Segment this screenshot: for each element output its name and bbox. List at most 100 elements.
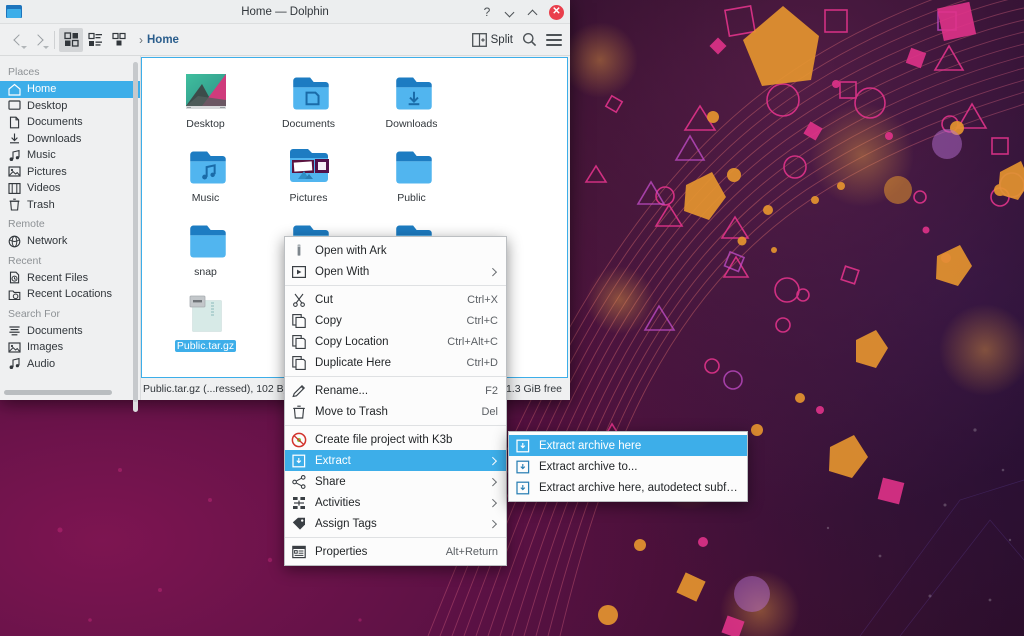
chevron-right-icon [488, 269, 498, 275]
sidebar-item-label: Audio [27, 358, 55, 370]
menu-item-shortcut: Ctrl+D [467, 357, 498, 369]
download-icon [8, 132, 21, 145]
menu-item-rename[interactable]: Rename...F2 [285, 380, 506, 401]
file-item[interactable]: Music [154, 142, 257, 214]
music-icon [8, 149, 21, 162]
search-icon[interactable] [522, 32, 537, 47]
menu-item-extract-archive-here-autodetect-subfolder[interactable]: Extract archive here, autodetect subfold… [509, 477, 747, 498]
view-icons-icon[interactable] [59, 28, 83, 52]
places-vertical-scrollbar[interactable] [133, 62, 138, 412]
menu-separator [285, 425, 506, 426]
search-audio-icon [8, 357, 21, 370]
menu-item-open-with[interactable]: Open With [285, 261, 506, 282]
help-button[interactable]: ? [480, 5, 494, 19]
forward-icon[interactable] [28, 28, 50, 52]
sidebar-item-network[interactable]: Network [0, 233, 140, 250]
status-text: Public.tar.gz (...ressed), 102 B) [143, 383, 287, 395]
home-icon [8, 83, 21, 96]
sidebar-item-label: Videos [27, 182, 60, 194]
sidebar-item-desktop[interactable]: Desktop [0, 98, 140, 115]
menu-item-label: Copy [315, 315, 453, 327]
desktop-icon [8, 99, 21, 112]
menu-item-create-file-project-with-k3b[interactable]: Create file project with K3b [285, 429, 506, 450]
menu-item-shortcut: Ctrl+X [467, 294, 498, 306]
file-label: Public.tar.gz [175, 340, 236, 352]
file-label: Desktop [186, 118, 225, 130]
folder-documents-icon [287, 68, 331, 116]
sidebar-item-documents[interactable]: Documents [0, 114, 140, 131]
view-compact-icon[interactable] [107, 28, 131, 52]
sidebar-item-music[interactable]: Music [0, 147, 140, 164]
menu-item-move-to-trash[interactable]: Move to TrashDel [285, 401, 506, 422]
back-icon[interactable] [6, 28, 28, 52]
menu-item-label: Properties [315, 546, 432, 558]
folder-plain-icon [390, 142, 434, 190]
file-item[interactable]: Downloads [360, 68, 463, 140]
menu-item-copy-location[interactable]: Copy LocationCtrl+Alt+C [285, 331, 506, 352]
file-item[interactable]: Public [360, 142, 463, 214]
folder-downloads-icon [390, 68, 434, 116]
menu-item-extract-archive-here[interactable]: Extract archive here [509, 435, 747, 456]
file-item[interactable]: Public.tar.gz [154, 290, 257, 362]
sidebar-item-trash[interactable]: Trash [0, 197, 140, 214]
places-panel: PlacesHome Desktop Documents Downloads Music… [0, 56, 140, 400]
minimize-icon[interactable] [503, 5, 517, 19]
menu-item-duplicate-here[interactable]: Duplicate Here Ctrl+D [285, 352, 506, 373]
sidebar-item-pictures[interactable]: Pictures [0, 164, 140, 181]
toolbar-right-group: Split [472, 32, 564, 47]
sidebar-item-recent-locations[interactable]: Recent Locations [0, 286, 140, 303]
view-details-icon[interactable] [83, 28, 107, 52]
window-buttons: ? ✕ [480, 0, 564, 24]
places-section-header: Remote [0, 213, 140, 233]
sidebar-item-documents[interactable]: Documents [0, 323, 140, 340]
places-horizontal-scrollbar[interactable] [4, 388, 136, 397]
file-item[interactable]: Documents [257, 68, 360, 140]
recent-file-icon [8, 271, 21, 284]
sidebar-item-home[interactable]: Home [0, 81, 140, 98]
extract-icon [515, 480, 531, 496]
window-titlebar[interactable]: Home — Dolphin ? ✕ [0, 0, 570, 24]
sidebar-item-label: Pictures [27, 166, 67, 178]
menu-item-share[interactable]: Share [285, 471, 506, 492]
menu-item-activities[interactable]: Activities [285, 492, 506, 513]
breadcrumb[interactable]: Home [147, 34, 179, 46]
archive-icon [184, 290, 228, 338]
search-images-icon [8, 341, 21, 354]
menu-item-label: Duplicate Here [315, 357, 453, 369]
menu-item-label: Extract archive here [539, 440, 739, 452]
menu-item-label: Extract archive here, autodetect subfold… [539, 482, 739, 494]
duplicate-icon [291, 355, 307, 371]
file-item[interactable]: Pictures [257, 142, 360, 214]
menu-item-label: Assign Tags [315, 518, 488, 530]
hamburger-icon[interactable] [546, 34, 562, 46]
close-icon[interactable]: ✕ [549, 5, 564, 20]
file-item[interactable]: snap [154, 216, 257, 288]
places-list: PlacesHome Desktop Documents Downloads Music… [0, 56, 140, 386]
maximize-icon[interactable] [526, 5, 540, 19]
menu-item-extract[interactable]: Extract [285, 450, 506, 471]
sidebar-item-label: Desktop [27, 100, 67, 112]
sidebar-item-images[interactable]: Images [0, 339, 140, 356]
file-context-menu: Open with ArkOpen WithCutCtrl+XCopyCtrl+… [284, 236, 507, 566]
desktop-wallpaper-icon [184, 68, 228, 116]
toolbar-separator [54, 31, 55, 49]
menu-item-properties[interactable]: PropertiesAlt+Return [285, 541, 506, 562]
menu-item-label: Share [315, 476, 488, 488]
menu-item-extract-archive-to[interactable]: Extract archive to... [509, 456, 747, 477]
menu-item-assign-tags[interactable]: Assign Tags [285, 513, 506, 534]
file-label: Music [192, 192, 219, 204]
rename-icon [291, 383, 307, 399]
menu-item-open-with-ark[interactable]: Open with Ark [285, 240, 506, 261]
sidebar-item-recent-files[interactable]: Recent Files [0, 270, 140, 287]
chevron-right-icon [488, 458, 498, 464]
menu-item-copy[interactable]: CopyCtrl+C [285, 310, 506, 331]
file-item[interactable]: Desktop [154, 68, 257, 140]
sidebar-item-videos[interactable]: Videos [0, 180, 140, 197]
places-section-header: Places [0, 61, 140, 81]
sidebar-item-label: Downloads [27, 133, 81, 145]
menu-item-cut[interactable]: CutCtrl+X [285, 289, 506, 310]
sidebar-item-audio[interactable]: Audio [0, 356, 140, 373]
k3b-icon [291, 432, 307, 448]
split-button[interactable]: Split [472, 33, 513, 47]
sidebar-item-downloads[interactable]: Downloads [0, 131, 140, 148]
